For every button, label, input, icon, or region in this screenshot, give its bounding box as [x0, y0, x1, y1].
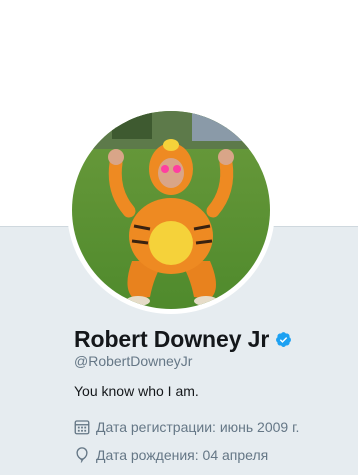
profile-name[interactable]: Robert Downey Jr: [74, 326, 269, 353]
join-date-text: Дата регистрации: июнь 2009 г.: [96, 419, 300, 435]
birthday-text: Дата рождения: 04 апреля: [96, 447, 269, 463]
profile-avatar[interactable]: [67, 106, 275, 314]
profile-bio: You know who I am.: [74, 383, 199, 399]
calendar-icon: [74, 420, 90, 435]
balloon-icon: [76, 447, 88, 463]
name-row: Robert Downey Jr: [74, 322, 292, 356]
verified-badge-icon: [276, 331, 292, 347]
avatar-photo: [72, 111, 270, 309]
profile-handle[interactable]: @RobertDowneyJr: [74, 353, 192, 369]
join-date-row: Дата регистрации: июнь 2009 г.: [73, 418, 299, 436]
birthday-row: Дата рождения: 04 апреля: [73, 446, 268, 464]
